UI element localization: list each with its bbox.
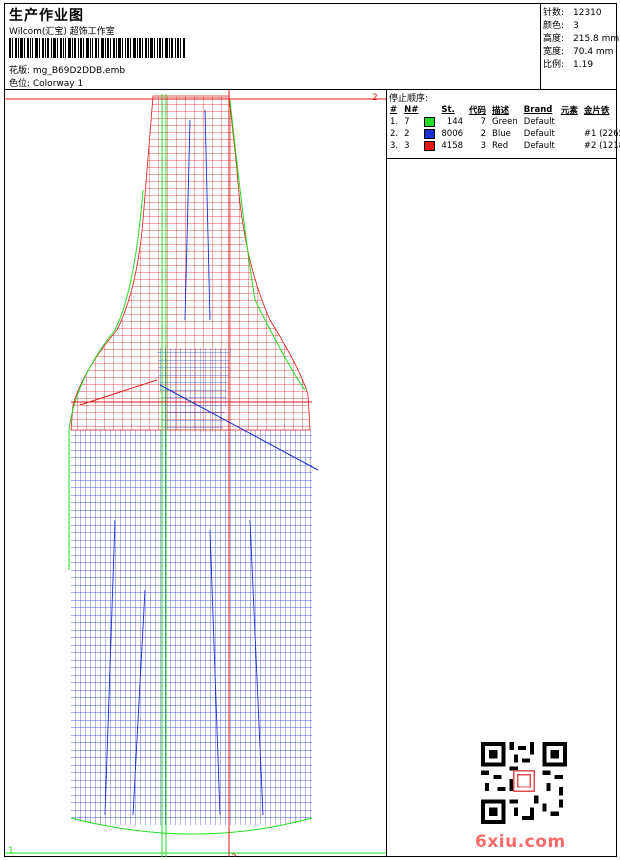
design-stats: 针数: 12310 颜色: 3 高度: 215.8 mm 宽度: 70.4 mm 比例:…	[540, 4, 620, 89]
color-swatch	[424, 140, 436, 151]
header-info: 生产作业图 Wilcom(汇宝) 超饰工作室 花版: mg_B69D2DDB.e…	[5, 4, 540, 89]
col-code: 代码	[469, 105, 487, 116]
stat-colors: 颜色: 3	[543, 21, 579, 31]
bottle-embroidery: 1 2 2	[5, 90, 386, 857]
stat-stitches: 针数: 12310	[543, 8, 602, 18]
qr-code	[481, 742, 567, 824]
pattern-filename: 花版: mg_B69D2DDB.emb	[9, 66, 126, 76]
marker-2-top: 2	[372, 93, 378, 103]
stat-scale: 比例: 1.19	[543, 60, 594, 70]
col-stitches: St.	[441, 104, 455, 115]
color-swatch	[424, 128, 436, 139]
marker-1: 1	[8, 846, 14, 856]
watermark: 6xiu.com	[475, 832, 566, 852]
stat-height: 高度: 215.8 mm	[543, 34, 620, 44]
table-row: 1. 7 144 7 Green Default	[390, 116, 555, 127]
col-swatch	[421, 103, 438, 116]
colorway: 色位: Colorway 1	[9, 79, 84, 89]
stat-width: 宽度: 70.4 mm	[543, 47, 614, 57]
col-index: #	[390, 104, 398, 115]
production-worksheet: 生产作业图 Wilcom(汇宝) 超饰工作室 花版: mg_B69D2DDB.e…	[4, 3, 620, 857]
table-row: 3. 3 4158 3 Red Default #2 (1218)	[390, 140, 620, 151]
stop-sequence-table: # N# St. 代码 描述 Brand 元素 金片铁 1. 7 144 7 G…	[387, 103, 620, 152]
col-element: 元素	[560, 105, 578, 116]
page-title: 生产作业图	[9, 8, 84, 24]
color-swatch	[424, 116, 436, 127]
design-preview: 1 2 2	[5, 90, 386, 857]
col-desc: 描述	[492, 105, 510, 116]
company-name: Wilcom(汇宝) 超饰工作室	[9, 27, 115, 37]
col-needle: N#	[404, 104, 419, 115]
stop-sequence-panel: 停止顺序: # N# St. 代码 描述 Brand 元素 金片铁 1. 7 1…	[387, 90, 620, 857]
marker-2-bottom: 2	[231, 853, 237, 857]
table-bottom-rule	[387, 158, 616, 159]
table-header-row: # N# St. 代码 描述 Brand 元素 金片铁	[387, 103, 620, 116]
table-row: 2. 2 8006 2 Blue Default #1 (2265)	[390, 128, 620, 139]
col-sequin: 金片铁	[583, 105, 610, 116]
barcode	[9, 38, 185, 58]
bottle-body-blue	[71, 430, 312, 825]
col-brand: Brand	[523, 104, 553, 115]
